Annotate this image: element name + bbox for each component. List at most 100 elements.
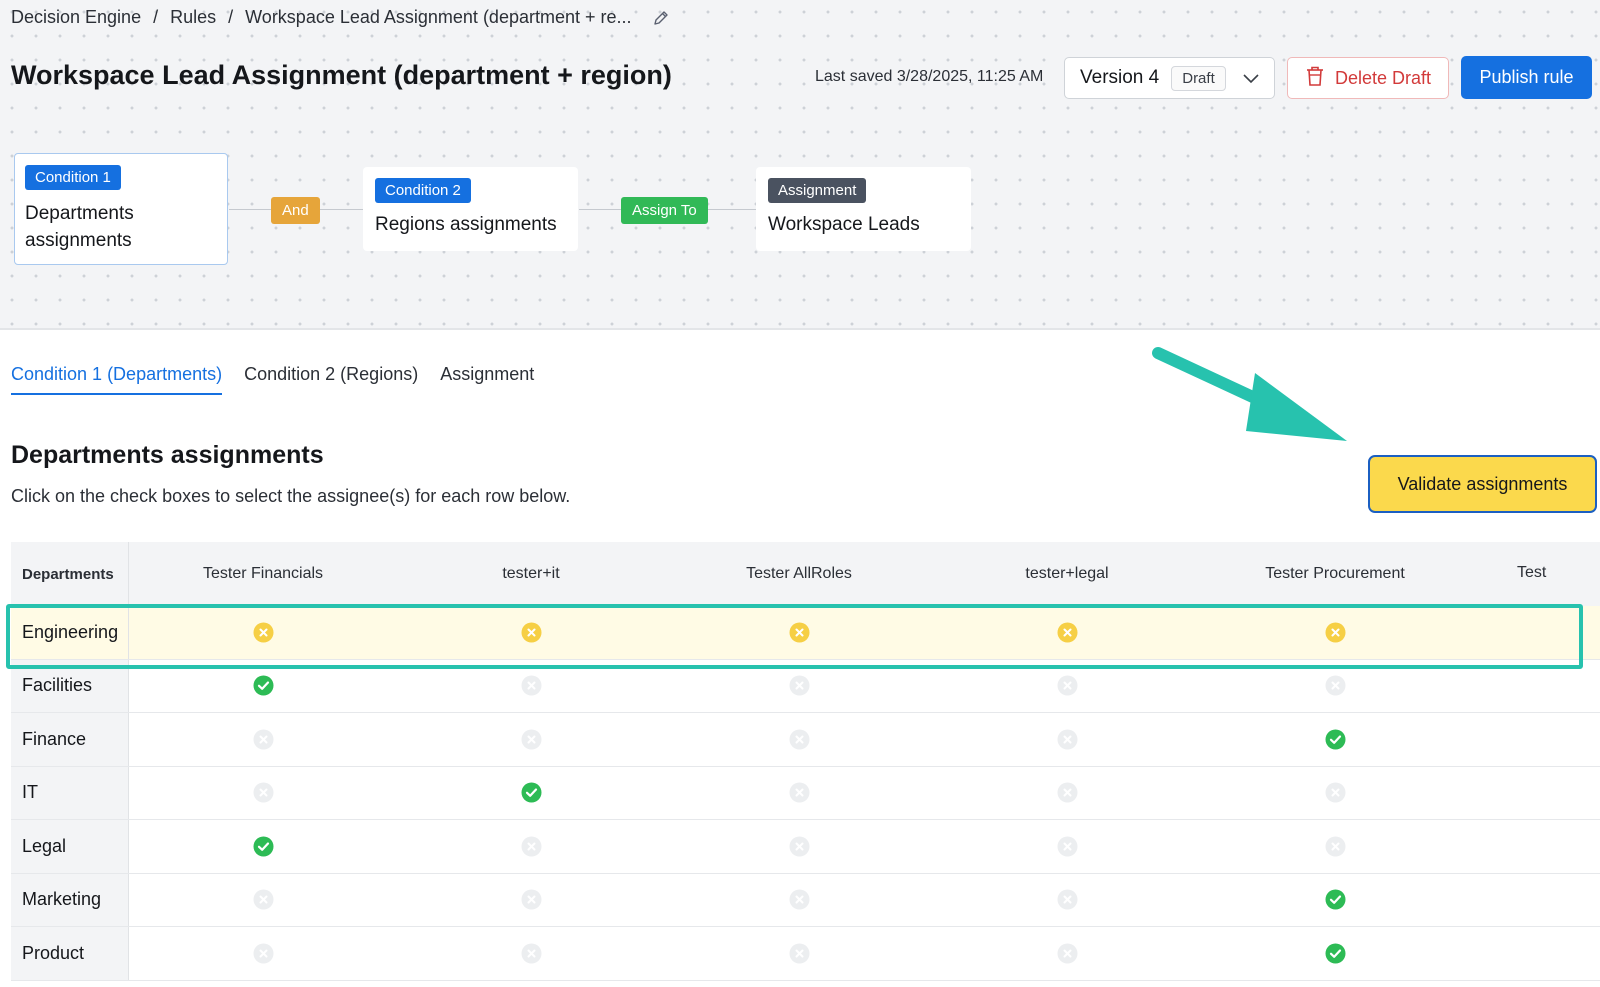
- unselected-x-circle-icon[interactable]: [789, 836, 810, 857]
- unselected-x-circle-icon[interactable]: [253, 889, 274, 910]
- unselected-x-circle-icon[interactable]: [521, 889, 542, 910]
- assignment-cell: [129, 874, 397, 927]
- assignment-cell: [665, 606, 933, 659]
- unselected-x-circle-icon[interactable]: [521, 836, 542, 857]
- unselected-x-circle-icon[interactable]: [789, 729, 810, 750]
- assignment-cell: [665, 660, 933, 713]
- unselected-x-circle-icon[interactable]: [521, 729, 542, 750]
- assignment-cell: [397, 874, 665, 927]
- breadcrumb-decision-engine[interactable]: Decision Engine: [11, 7, 141, 28]
- table-row: Marketing: [11, 873, 1600, 927]
- breadcrumb-rules[interactable]: Rules: [170, 7, 216, 28]
- assignment-cell: [933, 713, 1201, 766]
- condition-1-tag: Condition 1: [25, 165, 121, 190]
- unselected-x-circle-icon[interactable]: [1057, 729, 1078, 750]
- publish-rule-button[interactable]: Publish rule: [1461, 56, 1592, 99]
- table-header-row: Departments Tester Financials tester+it …: [11, 542, 1600, 606]
- assignment-cell: [1201, 874, 1469, 927]
- assignment-cell: [397, 767, 665, 820]
- check-circle-icon[interactable]: [1325, 943, 1346, 964]
- unselected-x-circle-icon[interactable]: [1057, 889, 1078, 910]
- condition-tabs: Condition 1 (Departments) Condition 2 (R…: [11, 364, 534, 395]
- tab-assignment[interactable]: Assignment: [440, 364, 534, 395]
- table-header-column-partial: Test: [1469, 542, 1599, 606]
- unselected-x-circle-icon[interactable]: [789, 782, 810, 803]
- unselected-x-circle-icon[interactable]: [789, 889, 810, 910]
- department-name: Engineering: [11, 606, 129, 659]
- section-title: Departments assignments: [11, 441, 324, 469]
- table-row: IT: [11, 766, 1600, 820]
- warning-x-circle-icon[interactable]: [789, 622, 810, 643]
- assignment-cell: [933, 606, 1201, 659]
- validate-assignments-button[interactable]: Validate assignments: [1368, 455, 1597, 513]
- delete-draft-button[interactable]: Delete Draft: [1287, 57, 1449, 99]
- unselected-x-circle-icon[interactable]: [1325, 675, 1346, 696]
- assignment-cell: [1201, 927, 1469, 980]
- condition-1-node[interactable]: Condition 1 Departments assignments: [14, 153, 228, 265]
- unselected-x-circle-icon[interactable]: [1057, 943, 1078, 964]
- check-circle-icon[interactable]: [521, 782, 542, 803]
- assignment-cell: [665, 874, 933, 927]
- unselected-x-circle-icon[interactable]: [1325, 782, 1346, 803]
- assignment-cell-partial: [1469, 767, 1599, 820]
- table-header-departments: Departments: [11, 542, 129, 606]
- version-select[interactable]: Version 4 Draft: [1064, 57, 1275, 99]
- assignment-cell: [1201, 713, 1469, 766]
- department-name: Product: [11, 927, 129, 980]
- annotation-arrow-icon: [1150, 343, 1355, 453]
- assignment-cell: [665, 927, 933, 980]
- page-title: Workspace Lead Assignment (department + …: [11, 60, 672, 90]
- unselected-x-circle-icon[interactable]: [253, 943, 274, 964]
- assignment-text: Workspace Leads: [768, 214, 920, 235]
- department-name: IT: [11, 766, 129, 819]
- assignment-node[interactable]: Assignment Workspace Leads: [756, 167, 971, 251]
- condition-1-text-line2: assignments: [25, 230, 132, 251]
- assignment-cell: [397, 713, 665, 766]
- assignment-cell: [397, 820, 665, 873]
- assignment-cell: [129, 927, 397, 980]
- tab-condition-1[interactable]: Condition 1 (Departments): [11, 364, 223, 395]
- tab-condition-2[interactable]: Condition 2 (Regions): [244, 364, 418, 395]
- assignments-table: Departments Tester Financials tester+it …: [11, 542, 1600, 981]
- warning-x-circle-icon[interactable]: [1057, 622, 1078, 643]
- condition-2-text: Regions assignments: [375, 214, 557, 235]
- warning-x-circle-icon[interactable]: [253, 622, 274, 643]
- check-circle-icon[interactable]: [1325, 889, 1346, 910]
- department-name: Marketing: [11, 873, 129, 926]
- breadcrumb-separator: /: [228, 7, 234, 27]
- warning-x-circle-icon[interactable]: [1325, 622, 1346, 643]
- unselected-x-circle-icon[interactable]: [1325, 836, 1346, 857]
- table-header-column: Tester Procurement: [1265, 565, 1405, 582]
- unselected-x-circle-icon[interactable]: [521, 943, 542, 964]
- assignment-cell: [933, 874, 1201, 927]
- check-circle-icon[interactable]: [253, 836, 274, 857]
- table-row: Engineering: [11, 606, 1600, 660]
- assignment-cell-partial: [1469, 927, 1599, 980]
- unselected-x-circle-icon[interactable]: [1057, 675, 1078, 696]
- check-circle-icon[interactable]: [253, 675, 274, 696]
- assignment-cell: [397, 606, 665, 659]
- table-header-column: tester+it: [502, 565, 560, 582]
- warning-x-circle-icon[interactable]: [521, 622, 542, 643]
- table-header-column: tester+legal: [1025, 565, 1109, 582]
- unselected-x-circle-icon[interactable]: [253, 729, 274, 750]
- unselected-x-circle-icon[interactable]: [789, 675, 810, 696]
- table-header-column: Tester AllRoles: [746, 565, 852, 582]
- table-header-partial-label: Test: [1517, 564, 1547, 581]
- assignment-cell-partial: [1469, 606, 1599, 659]
- table-row: Facilities: [11, 659, 1600, 713]
- assignment-cell: [397, 927, 665, 980]
- pencil-icon[interactable]: [652, 9, 670, 27]
- department-name: Facilities: [11, 659, 129, 712]
- table-header-column: Tester Financials: [202, 565, 324, 582]
- unselected-x-circle-icon[interactable]: [253, 782, 274, 803]
- unselected-x-circle-icon[interactable]: [789, 943, 810, 964]
- condition-1-text: Departments assignments: [25, 200, 217, 254]
- assignment-cell: [1201, 606, 1469, 659]
- condition-2-node[interactable]: Condition 2 Regions assignments: [363, 167, 578, 251]
- unselected-x-circle-icon[interactable]: [521, 675, 542, 696]
- unselected-x-circle-icon[interactable]: [1057, 836, 1078, 857]
- unselected-x-circle-icon[interactable]: [1057, 782, 1078, 803]
- check-circle-icon[interactable]: [1325, 729, 1346, 750]
- delete-draft-label: Delete Draft: [1334, 67, 1432, 88]
